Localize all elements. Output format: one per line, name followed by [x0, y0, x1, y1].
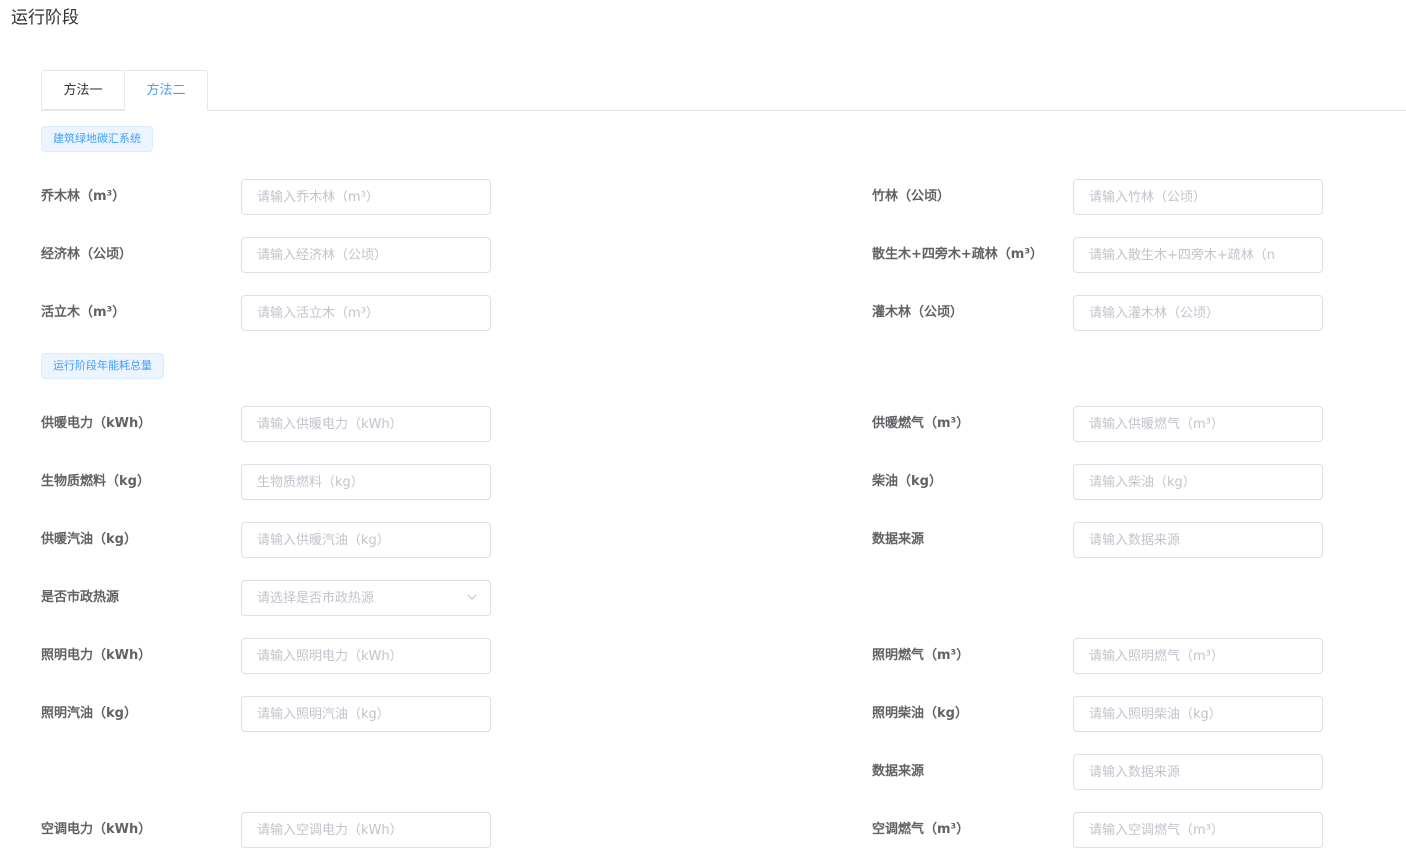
lighting-electricity-input[interactable] [241, 638, 491, 674]
tabs-baseline [41, 110, 1406, 111]
tab-method-two[interactable]: 方法二 [124, 70, 208, 111]
data-source-input[interactable] [1073, 522, 1323, 558]
heating-gas-label: 供暖燃气（m³） [872, 416, 970, 431]
bamboo-label: 竹林（公顷） [872, 189, 951, 204]
lighting-data-source-input[interactable] [1073, 754, 1323, 790]
economic-forest-input[interactable] [241, 237, 491, 273]
lighting-petrol-input[interactable] [241, 696, 491, 732]
tab-method-one[interactable]: 方法一 [41, 70, 125, 110]
diesel-label: 柴油（kg） [872, 474, 942, 489]
scattered-trees-label: 散生木+四旁木+疏林（m³） [872, 247, 1044, 262]
data-source-label: 数据来源 [872, 532, 925, 547]
lighting-diesel-input[interactable] [1073, 696, 1323, 732]
diesel-input[interactable] [1073, 464, 1323, 500]
municipal-heat-select-input[interactable] [241, 580, 491, 616]
lighting-data-source-label: 数据来源 [872, 764, 925, 779]
ac-electricity-label: 空调电力（kWh） [41, 822, 152, 837]
scattered-trees-input[interactable] [1073, 237, 1323, 273]
biomass-input[interactable] [241, 464, 491, 500]
chevron-down-icon[interactable] [467, 592, 477, 602]
ac-electricity-input[interactable] [241, 812, 491, 848]
heating-petrol-label: 供暖汽油（kg） [41, 532, 137, 547]
heating-petrol-input[interactable] [241, 522, 491, 558]
lighting-petrol-label: 照明汽油（kg） [41, 706, 137, 721]
biomass-label: 生物质燃料（kg） [41, 474, 150, 489]
section-tag-energy: 运行阶段年能耗总量 [41, 353, 164, 379]
shrub-input[interactable] [1073, 295, 1323, 331]
arbor-label: 乔木林（m³） [41, 189, 126, 204]
page-title: 运行阶段 [11, 8, 79, 28]
heating-electricity-input[interactable] [241, 406, 491, 442]
method-tabs: 方法一 方法二 [41, 70, 1406, 111]
bamboo-input[interactable] [1073, 179, 1323, 215]
standing-trees-input[interactable] [241, 295, 491, 331]
shrub-label: 灌木林（公顷） [872, 305, 964, 320]
ac-gas-label: 空调燃气（m³） [872, 822, 970, 837]
ac-gas-input[interactable] [1073, 812, 1323, 848]
standing-trees-label: 活立木（m³） [41, 305, 126, 320]
heating-gas-input[interactable] [1073, 406, 1323, 442]
municipal-heat-select[interactable] [241, 580, 491, 616]
lighting-electricity-label: 照明电力（kWh） [41, 648, 152, 663]
heating-electricity-label: 供暖电力（kWh） [41, 416, 152, 431]
lighting-gas-label: 照明燃气（m³） [872, 648, 970, 663]
section-tag-carbon-sink: 建筑绿地碳汇系统 [41, 126, 153, 152]
arbor-input[interactable] [241, 179, 491, 215]
lighting-gas-input[interactable] [1073, 638, 1323, 674]
municipal-heat-label: 是否市政热源 [41, 590, 120, 605]
economic-forest-label: 经济林（公顷） [41, 247, 133, 262]
lighting-diesel-label: 照明柴油（kg） [872, 706, 968, 721]
